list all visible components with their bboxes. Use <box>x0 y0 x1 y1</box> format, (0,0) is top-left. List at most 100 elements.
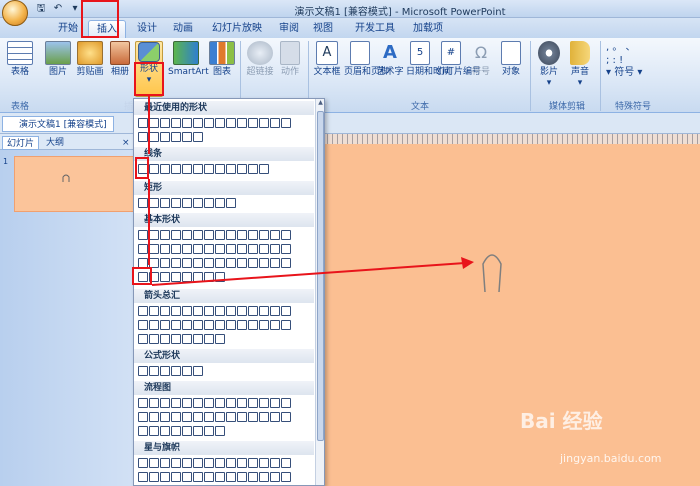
shape-item[interactable] <box>270 118 280 128</box>
shape-item[interactable] <box>248 472 258 482</box>
shape-item[interactable] <box>281 412 291 422</box>
shape-item[interactable] <box>138 398 148 408</box>
shape-item[interactable] <box>160 132 170 142</box>
shape-item[interactable] <box>226 230 236 240</box>
tab-design[interactable]: 设计 <box>130 20 164 38</box>
shape-item[interactable] <box>237 320 247 330</box>
shape-item[interactable] <box>149 398 159 408</box>
shape-item[interactable] <box>259 118 269 128</box>
shape-item[interactable] <box>270 398 280 408</box>
shape-item[interactable] <box>226 198 236 208</box>
symbol-button[interactable]: Ω 符号 <box>468 41 494 78</box>
shape-item[interactable] <box>182 398 192 408</box>
divide-shape[interactable] <box>171 366 181 376</box>
slide-canvas[interactable] <box>318 134 700 486</box>
shape-item[interactable] <box>259 164 269 174</box>
shape-item[interactable] <box>237 306 247 316</box>
shape-item[interactable] <box>237 164 247 174</box>
shape-item[interactable] <box>160 306 170 316</box>
shape-item[interactable] <box>182 118 192 128</box>
action-button[interactable]: 动作 <box>278 41 302 78</box>
shape-item[interactable] <box>226 306 236 316</box>
tab-review[interactable]: 审阅 <box>274 20 304 38</box>
shape-item[interactable] <box>171 198 181 208</box>
customize-qat-icon[interactable]: ▾ <box>68 2 82 16</box>
shape-item[interactable] <box>204 230 214 240</box>
shape-item[interactable] <box>237 458 247 468</box>
dropdown-scrollbar[interactable]: ▲ <box>315 99 324 485</box>
shape-item[interactable] <box>149 320 159 330</box>
shape-item[interactable] <box>160 118 170 128</box>
shape-item[interactable] <box>193 472 203 482</box>
shape-item[interactable] <box>160 472 170 482</box>
shape-item[interactable] <box>193 118 203 128</box>
shape-item[interactable] <box>270 412 280 422</box>
shape-item[interactable] <box>215 472 225 482</box>
smartart-button[interactable]: SmartArt <box>168 41 209 78</box>
textbox-button[interactable]: A 文本框 <box>312 41 342 78</box>
shape-item[interactable] <box>215 198 225 208</box>
shape-item[interactable] <box>281 458 291 468</box>
sound-button[interactable]: 声音 ▾ <box>566 41 594 89</box>
shape-item[interactable] <box>215 398 225 408</box>
shape-item[interactable] <box>281 472 291 482</box>
shape-item[interactable] <box>149 426 159 436</box>
shape-item[interactable] <box>248 118 258 128</box>
shape-item[interactable] <box>215 230 225 240</box>
shape-item[interactable] <box>204 198 214 208</box>
shape-item[interactable] <box>259 306 269 316</box>
shape-item[interactable] <box>138 230 148 240</box>
shape-item[interactable] <box>149 458 159 468</box>
shape-item[interactable] <box>193 164 203 174</box>
shape-item[interactable] <box>204 398 214 408</box>
shape-item[interactable] <box>248 230 258 240</box>
tab-slideshow[interactable]: 幻灯片放映 <box>206 20 268 38</box>
shape-item[interactable] <box>226 118 236 128</box>
shape-item[interactable] <box>171 244 181 254</box>
shape-item[interactable] <box>193 426 203 436</box>
shape-item[interactable] <box>259 398 269 408</box>
drawn-arc-shape[interactable] <box>480 250 504 294</box>
shape-item[interactable] <box>215 458 225 468</box>
shape-item[interactable] <box>182 164 192 174</box>
shape-item[interactable] <box>270 306 280 316</box>
shape-item[interactable] <box>160 198 170 208</box>
shape-item[interactable] <box>182 306 192 316</box>
shape-item[interactable] <box>182 334 192 344</box>
shape-item[interactable] <box>171 426 181 436</box>
shape-item[interactable] <box>259 230 269 240</box>
shape-item[interactable] <box>171 118 181 128</box>
shape-item[interactable] <box>149 412 159 422</box>
shape-item[interactable] <box>270 230 280 240</box>
shape-item[interactable] <box>149 118 159 128</box>
shape-item[interactable] <box>149 230 159 240</box>
shape-item[interactable] <box>160 334 170 344</box>
shape-item[interactable] <box>182 132 192 142</box>
shape-item[interactable] <box>182 230 192 240</box>
shape-item[interactable] <box>237 398 247 408</box>
shape-item[interactable] <box>259 472 269 482</box>
shape-item[interactable] <box>226 244 236 254</box>
tab-outline[interactable]: 大纲 <box>42 136 68 150</box>
shape-item[interactable] <box>215 320 225 330</box>
shape-item[interactable] <box>204 334 214 344</box>
shape-item[interactable] <box>182 198 192 208</box>
shape-item[interactable] <box>193 334 203 344</box>
office-button[interactable] <box>2 0 28 26</box>
shape-item[interactable] <box>171 320 181 330</box>
shape-item[interactable] <box>193 320 203 330</box>
shape-item[interactable] <box>138 458 148 468</box>
shape-item[interactable] <box>259 458 269 468</box>
shape-item[interactable] <box>248 164 258 174</box>
shape-item[interactable] <box>138 306 148 316</box>
table-button[interactable]: 表格 <box>6 41 34 78</box>
equal-shape[interactable] <box>182 366 192 376</box>
shape-item[interactable] <box>215 164 225 174</box>
shape-item[interactable] <box>270 472 280 482</box>
shape-item[interactable] <box>160 320 170 330</box>
shape-item[interactable] <box>226 458 236 468</box>
shape-item[interactable] <box>149 198 159 208</box>
shape-item[interactable] <box>237 230 247 240</box>
slide-thumbnail[interactable] <box>14 156 135 212</box>
hyperlink-button[interactable]: 超链接 <box>244 41 276 78</box>
